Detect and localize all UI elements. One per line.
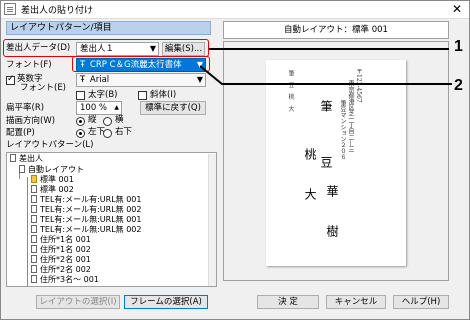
- direction-vertical-radio[interactable]: [76, 117, 85, 126]
- direction-horizontal-radio[interactable]: [103, 117, 112, 126]
- alnum-font-select[interactable]: Ŧ Arial ▼: [76, 73, 206, 87]
- preview-name-1: 筆 豆: [319, 100, 333, 188]
- select-frame-button[interactable]: フレームの選択(A): [124, 295, 208, 309]
- direction-label: 描画方向(W): [6, 116, 56, 126]
- tree-item[interactable]: TEL有:メール無:URL無 002: [31, 225, 141, 235]
- direction-vertical-label: 縦: [88, 115, 97, 125]
- flat-ratio-input[interactable]: 100 % ▲: [76, 101, 122, 115]
- bold-checkbox[interactable]: [76, 91, 85, 100]
- preview-name-3: 華 樹: [325, 185, 339, 249]
- italic-checkbox[interactable]: [138, 91, 147, 100]
- alnum-font-label: フォント(E): [20, 83, 67, 93]
- document-icon: [31, 265, 37, 273]
- select-layout-button[interactable]: レイアウトの選択(I): [36, 295, 120, 309]
- cancel-button[interactable]: キャンセル: [326, 295, 386, 309]
- font-label: フォント(F): [6, 60, 52, 70]
- window-icon: [4, 3, 16, 15]
- preview-header: 自動レイアウト：標準 001: [223, 21, 449, 39]
- selected-document-icon: [31, 175, 37, 183]
- tree-item[interactable]: TEL有:メール有:URL無 002: [31, 205, 141, 215]
- panel-header: レイアウトパターン/項目: [6, 21, 211, 35]
- tree-item[interactable]: 住所*2名 002: [31, 265, 91, 275]
- tree-item-sender[interactable]: 差出人: [10, 154, 43, 164]
- align-right-bottom-radio[interactable]: [103, 129, 112, 138]
- document-icon: [31, 275, 37, 283]
- document-icon: [31, 235, 37, 243]
- alnum-font-value: Arial: [89, 75, 110, 85]
- callout-line-1: [209, 48, 449, 50]
- bold-label: 太字(B): [88, 90, 118, 100]
- tree-item-auto-layout[interactable]: 自動レイアウト: [19, 165, 84, 175]
- tree-item[interactable]: TEL有:メール無:URL無 001: [31, 215, 141, 225]
- callout-number-1: 1: [454, 38, 463, 55]
- window-title: 差出人の貼り付け: [21, 6, 94, 16]
- tree-item-standard-001[interactable]: 標準 001: [31, 175, 74, 185]
- tree-item[interactable]: 住所*2名 001: [31, 255, 91, 265]
- callout-box-2: [72, 56, 210, 72]
- layout-pattern-label: レイアウトパターン(L): [6, 140, 94, 150]
- flat-ratio-value: 100 %: [80, 103, 108, 113]
- italic-label: 斜体(I): [150, 90, 177, 100]
- align-label: 配置(P): [6, 128, 35, 138]
- align-right-bottom-label: 右下: [115, 127, 133, 137]
- align-left-bottom-radio[interactable]: [76, 129, 85, 138]
- tree-item[interactable]: TEL有:メール有:URL無 001: [31, 195, 141, 205]
- document-icon: [31, 185, 37, 193]
- document-icon: [31, 245, 37, 253]
- tree-item[interactable]: 住所*3名～ 001: [31, 275, 99, 285]
- tree-item[interactable]: 住所*1名 002: [31, 245, 91, 255]
- help-button[interactable]: ヘルプ(H): [393, 295, 449, 309]
- document-icon: [31, 215, 37, 223]
- alnum-font-checkbox[interactable]: [6, 74, 15, 85]
- flat-ratio-label: 扁平率(R): [6, 103, 45, 113]
- document-icon: [31, 195, 37, 203]
- spinner-icon: ▲: [114, 104, 119, 111]
- preview-name-2: 桃 大: [303, 148, 317, 212]
- preview-card: 〒123-4567 東京都港区芝一丁目二―三 筆豆マンション２０６ 筆 豆 桃 …: [266, 60, 406, 266]
- close-icon[interactable]: ✕: [448, 1, 466, 17]
- callout-box-1: [3, 39, 209, 57]
- document-icon: [31, 225, 37, 233]
- callout-line-2: [200, 65, 452, 85]
- document-icon: [19, 165, 25, 173]
- callout-number-2: 2: [454, 77, 463, 94]
- preview-address-line: 東京都港区芝一丁目二―三: [347, 80, 354, 152]
- tree-scrollbar[interactable]: [208, 154, 216, 286]
- tree-item-standard-002[interactable]: 標準 002: [31, 185, 74, 195]
- document-icon: [31, 205, 37, 213]
- preview-building-line: 筆豆マンション２０６: [339, 100, 346, 160]
- tree-item[interactable]: 住所*1名 001: [31, 235, 91, 245]
- document-icon: [31, 255, 37, 263]
- document-icon: [10, 154, 16, 162]
- layout-pattern-tree[interactable]: 差出人 自動レイアウト 標準 001 標準 002 TEL有:メール有:URL無…: [6, 152, 217, 287]
- direction-horizontal-label: 横: [115, 115, 124, 125]
- ok-button[interactable]: 決 定: [257, 295, 319, 309]
- alnum-font-type-icon: Ŧ: [80, 75, 86, 85]
- reset-standard-button[interactable]: 標準に戻す(Q): [140, 101, 206, 115]
